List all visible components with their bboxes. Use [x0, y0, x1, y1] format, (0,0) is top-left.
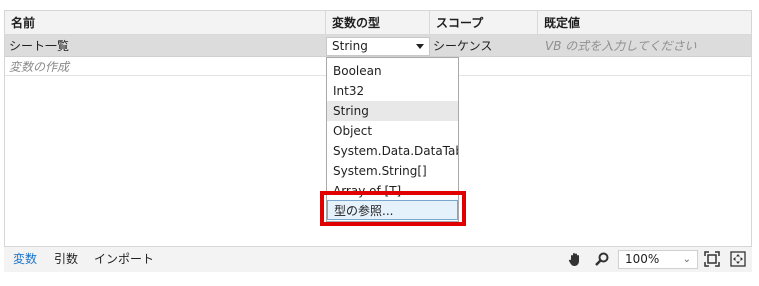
designer-footer: 変数 引数 インポート 100% ⌄: [4, 246, 752, 272]
variable-scope[interactable]: シーケンス: [433, 35, 492, 57]
tab-arguments[interactable]: 引数: [54, 247, 78, 271]
header-scope[interactable]: スコープ: [430, 11, 538, 35]
variable-type-value: String: [332, 39, 368, 53]
header-variable-type[interactable]: 変数の型: [326, 11, 430, 35]
variable-name[interactable]: シート一覧: [9, 35, 69, 57]
type-option-datatable[interactable]: System.Data.DataTable: [327, 141, 458, 161]
zoom-value: 100%: [625, 252, 660, 266]
type-option-object[interactable]: Object: [327, 121, 458, 141]
chevron-down-icon[interactable]: [416, 44, 424, 49]
top-band: [0, 0, 759, 10]
tab-imports[interactable]: インポート: [94, 247, 154, 271]
hand-icon[interactable]: [567, 251, 583, 269]
search-icon[interactable]: [594, 251, 610, 269]
type-option-int32[interactable]: Int32: [327, 81, 458, 101]
header-name[interactable]: 名前: [5, 11, 326, 35]
zoom-select[interactable]: 100% ⌄: [618, 250, 698, 269]
tab-variables[interactable]: 変数: [13, 247, 37, 271]
highlight-box: [320, 191, 466, 226]
create-variable-label[interactable]: 変数の作成: [9, 58, 69, 76]
variable-row[interactable]: シート一覧 String シーケンス VB の式を入力してください: [5, 35, 751, 57]
type-option-boolean[interactable]: Boolean: [327, 61, 458, 81]
default-value-input[interactable]: VB の式を入力してください: [545, 35, 697, 57]
bottom-band: [0, 272, 759, 286]
type-option-string-array[interactable]: System.String[]: [327, 161, 458, 181]
variable-type-select[interactable]: String: [326, 37, 430, 56]
overview-icon[interactable]: [730, 251, 746, 269]
header-default-value[interactable]: 既定値: [538, 11, 751, 35]
zoom-chevron-icon[interactable]: ⌄: [683, 251, 691, 268]
table-header: 名前 変数の型 スコープ 既定値: [5, 11, 751, 35]
type-option-string[interactable]: String: [327, 101, 458, 121]
fit-to-screen-icon[interactable]: [704, 251, 720, 269]
